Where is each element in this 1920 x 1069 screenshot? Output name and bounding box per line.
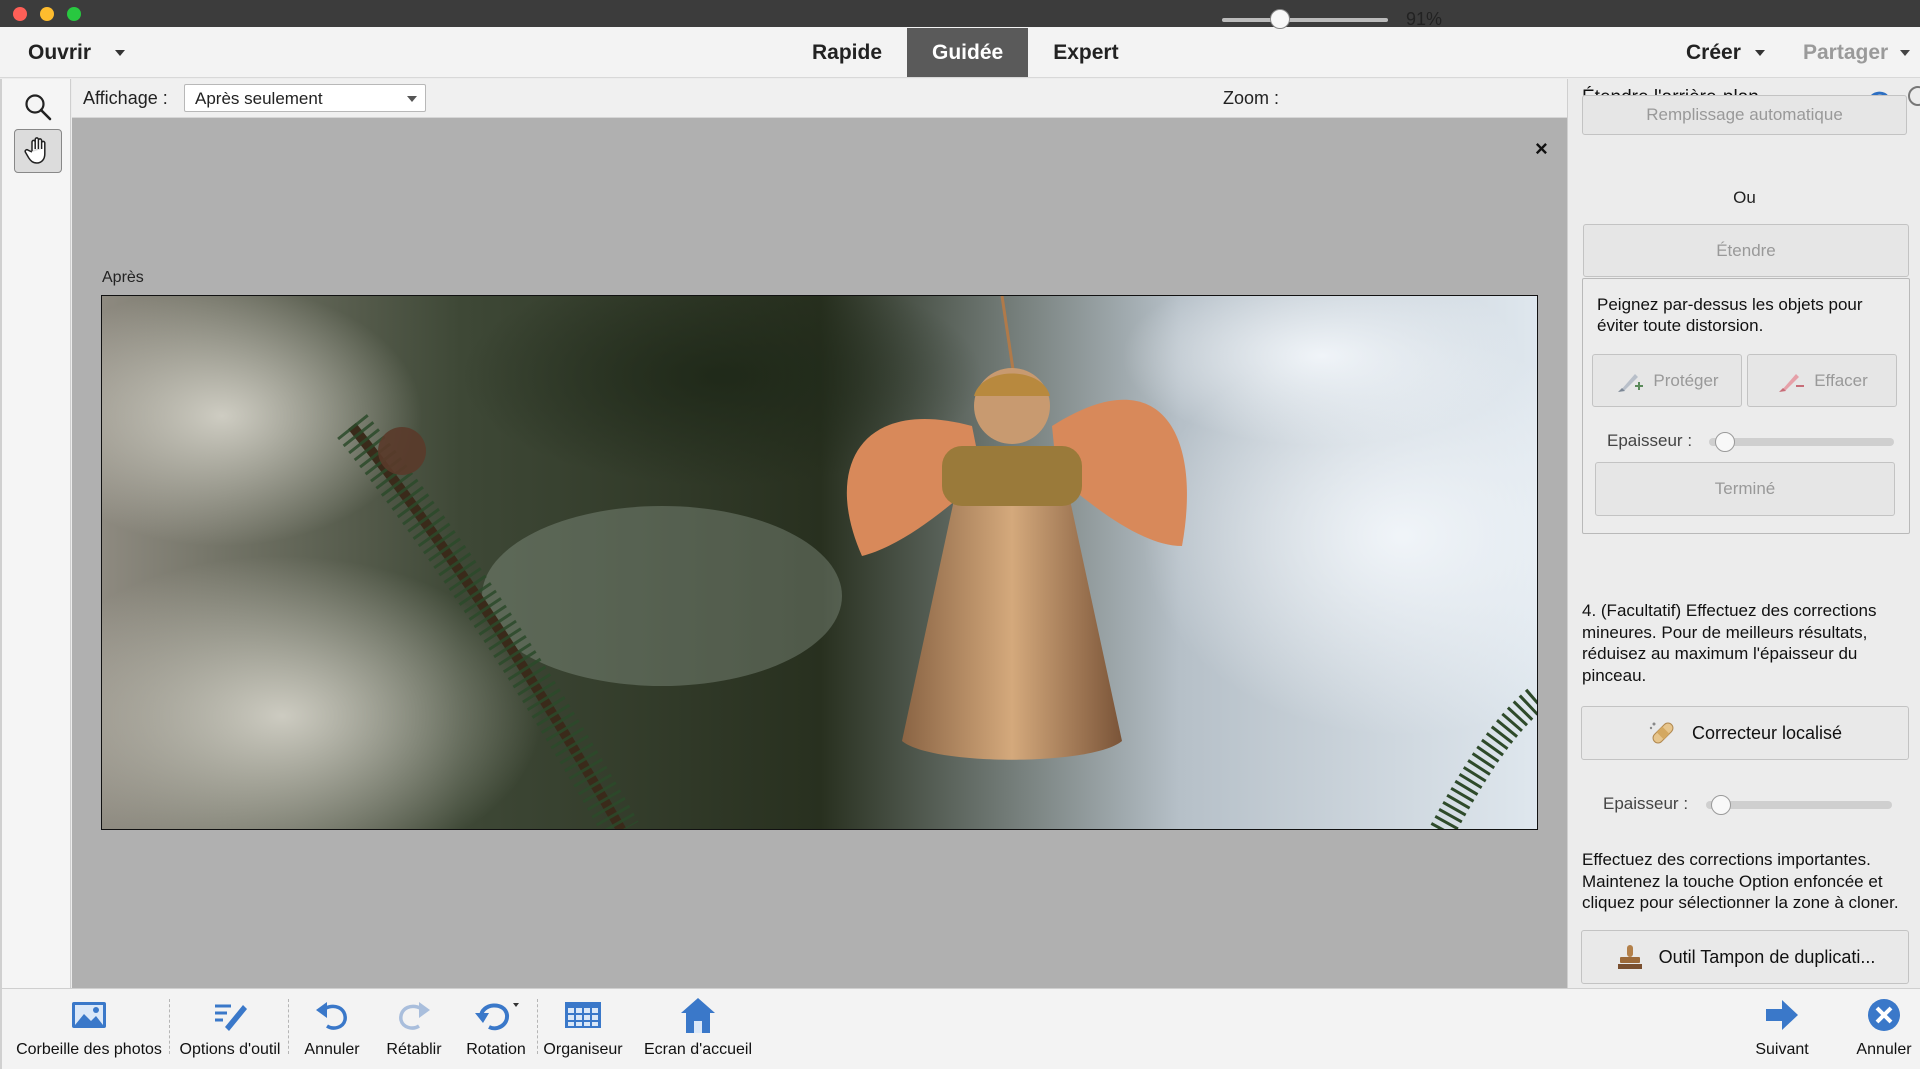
tool-column <box>0 79 71 988</box>
separator <box>288 999 289 1054</box>
image-canvas[interactable]: × Après <box>72 118 1567 988</box>
cancel-button[interactable]: Annuler <box>1848 989 1920 1069</box>
rotate-button[interactable]: Rotation <box>456 989 536 1069</box>
help-icon[interactable] <box>1907 85 1920 112</box>
zoom-label: Zoom : <box>1223 88 1280 108</box>
chevron-down-icon <box>407 96 417 102</box>
undo-icon <box>316 1002 347 1030</box>
organizer-button[interactable]: Organiseur <box>540 989 626 1069</box>
tool-options-icon <box>215 1004 247 1031</box>
step4-instructions: 4. (Facultatif) Effectuez des correction… <box>1582 601 1877 685</box>
share-menu[interactable]: Partager <box>1803 41 1911 65</box>
hand-tool-button[interactable] <box>14 129 62 173</box>
zoom-slider-handle[interactable] <box>1270 9 1291 29</box>
chevron-down-icon <box>1900 50 1911 56</box>
magnifier-icon <box>25 94 52 121</box>
clone-stamp-label: Outil Tampon de duplicati... <box>1658 946 1876 967</box>
healing-thickness-label: Epaisseur : <box>1603 794 1689 813</box>
share-menu-label: Partager <box>1803 41 1889 64</box>
undo-button[interactable]: Annuler <box>292 989 372 1069</box>
chevron-down-icon <box>1754 50 1765 56</box>
brush-options-box: Peignez par-dessus les objets pour évite… <box>1582 278 1910 534</box>
menubar: Ouvrir Rapide Guidée Expert Créer Partag… <box>0 27 1920 78</box>
auto-fill-button[interactable]: Remplissage automatique <box>1582 95 1907 135</box>
spot-healing-label: Correcteur localisé <box>1691 722 1843 743</box>
healing-thickness-handle[interactable] <box>1711 795 1731 815</box>
separator <box>537 999 538 1054</box>
extend-label: Étendre <box>1716 240 1776 260</box>
tab-expert[interactable]: Expert <box>1028 28 1143 77</box>
erase-label: Effacer <box>1814 370 1868 390</box>
zoom-slider-track[interactable] <box>1222 18 1388 22</box>
done-button[interactable]: Terminé <box>1595 462 1895 516</box>
home-icon <box>681 998 715 1033</box>
home-screen-button[interactable]: Ecran d'accueil <box>634 989 762 1069</box>
rotate-icon <box>475 1003 519 1031</box>
organizer-grid-icon <box>565 1002 601 1028</box>
auto-fill-label: Remplissage automatique <box>1646 105 1843 124</box>
zoom-window-button[interactable] <box>67 7 81 21</box>
tool-options-button[interactable]: Options d'outil <box>172 989 288 1069</box>
or-separator: Ou <box>1733 188 1756 207</box>
separator <box>169 999 170 1054</box>
window-titlebar <box>0 0 1920 27</box>
bottom-toolbar: Corbeille des photos Options d'outil Ann… <box>0 988 1920 1069</box>
create-menu[interactable]: Créer <box>1686 41 1765 65</box>
stamp-icon <box>1617 945 1642 969</box>
cancel-x-icon <box>1868 999 1900 1031</box>
rotate-label: Rotation <box>466 1041 526 1058</box>
photo-bin-label: Corbeille des photos <box>16 1041 162 1058</box>
redo-icon <box>399 1002 430 1030</box>
create-menu-label: Créer <box>1686 41 1741 64</box>
view-select-value: Après seulement <box>195 89 323 108</box>
photo-bin-button[interactable]: Corbeille des photos <box>10 989 168 1069</box>
view-select[interactable]: Après seulement <box>184 84 426 112</box>
extend-button[interactable]: Étendre <box>1583 224 1909 277</box>
home-label: Ecran d'accueil <box>644 1041 752 1058</box>
organizer-label: Organiseur <box>543 1041 623 1058</box>
close-view-button[interactable]: × <box>1535 136 1548 162</box>
zoom-tool-button[interactable] <box>14 85 62 129</box>
view-label: Affichage : <box>83 88 168 108</box>
bandage-icon <box>1649 722 1674 744</box>
photo-bin-icon <box>72 1002 106 1028</box>
zoom-value: 91% <box>1406 9 1443 29</box>
cancel-label: Annuler <box>1856 1041 1912 1058</box>
angel-ornament-photo <box>102 296 1537 829</box>
protect-thickness-label: Epaisseur : <box>1607 431 1693 450</box>
spot-healing-button[interactable]: Correcteur localisé <box>1581 706 1909 760</box>
guided-panel: Étendre l'arrière-plan Remplissage autom… <box>1567 79 1920 988</box>
arrow-right-icon <box>1766 1000 1798 1030</box>
redo-button[interactable]: Rétablir <box>374 989 454 1069</box>
tool-options-bar: Affichage : Après seulement Zoom : <box>72 79 1567 118</box>
paint-hint-text: Peignez par-dessus les objets pour évite… <box>1597 295 1863 335</box>
undo-label: Annuler <box>304 1041 360 1058</box>
erase-button[interactable]: Effacer <box>1747 354 1897 407</box>
redo-label: Rétablir <box>386 1041 442 1058</box>
open-menu-label: Ouvrir <box>28 41 92 64</box>
erase-brush-icon <box>1779 373 1805 392</box>
protect-button[interactable]: Protéger <box>1592 354 1742 407</box>
mode-tabs: Rapide Guidée Expert <box>787 28 1144 77</box>
tool-options-label: Options d'outil <box>179 1041 281 1058</box>
protect-label: Protéger <box>1653 370 1719 390</box>
photo-preview[interactable] <box>101 295 1538 830</box>
clone-stamp-button[interactable]: Outil Tampon de duplicati... <box>1581 930 1909 984</box>
done-label: Terminé <box>1714 479 1776 498</box>
after-view-label: Après <box>102 269 144 286</box>
minimize-window-button[interactable] <box>40 7 54 21</box>
tab-guidee[interactable]: Guidée <box>907 28 1029 77</box>
close-window-button[interactable] <box>13 7 27 21</box>
hand-icon <box>24 137 46 164</box>
open-menu[interactable]: Ouvrir <box>28 41 126 65</box>
protect-thickness-track[interactable] <box>1709 438 1894 446</box>
protect-brush-icon <box>1618 373 1644 392</box>
chevron-down-icon <box>115 50 126 56</box>
protect-thickness-handle[interactable] <box>1715 432 1735 452</box>
healing-thickness-track[interactable] <box>1706 801 1892 809</box>
next-button[interactable]: Suivant <box>1742 989 1822 1069</box>
next-label: Suivant <box>1755 1041 1809 1058</box>
tab-rapide[interactable]: Rapide <box>787 28 907 77</box>
major-corrections-text: Effectuez des corrections importantes. M… <box>1582 850 1899 912</box>
